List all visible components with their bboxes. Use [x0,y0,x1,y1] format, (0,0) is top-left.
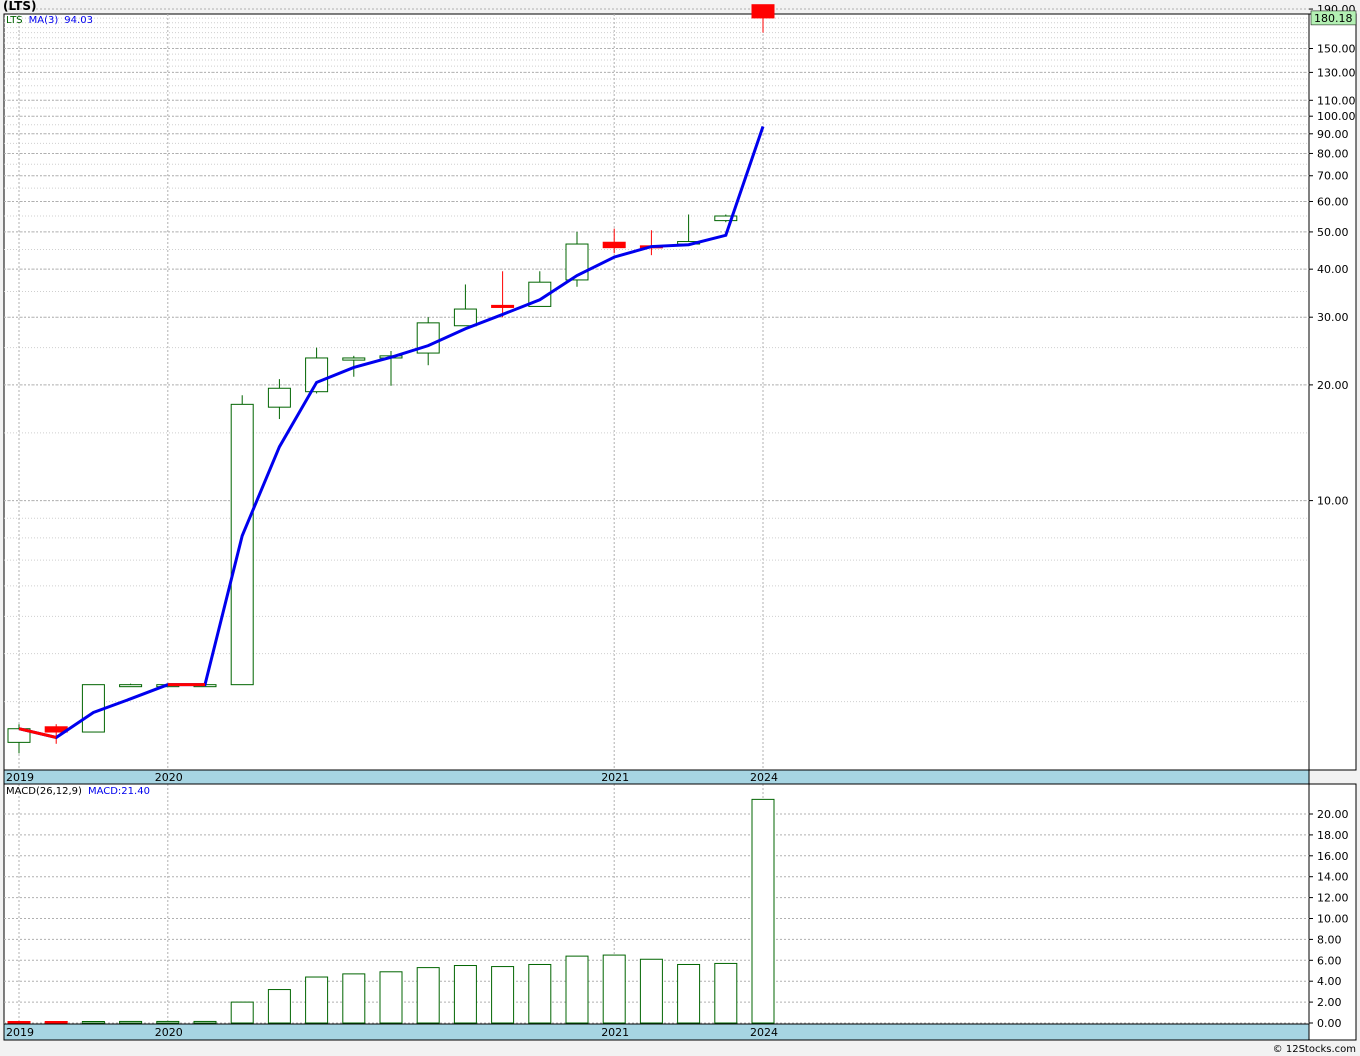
date-band-top [3,769,1310,785]
price-tick-label: 110.00 [1317,94,1356,107]
macd-tick-label: 20.00 [1317,808,1349,821]
macd-bar [565,955,589,1024]
legend-macd-value: MACD:21.40 [87,786,150,797]
macd-bar [7,1021,31,1024]
candle-body [602,241,626,249]
macd-bar [81,1021,105,1024]
legend-ma-value: 94.03 [64,15,93,26]
macd-bar [453,965,477,1024]
price-tick-label: 130.00 [1317,66,1356,79]
macd-bar [528,963,552,1024]
macd-bar [602,954,626,1024]
macd-bar [267,989,291,1024]
date-label: 2024 [750,771,778,784]
macd-bar [677,963,701,1024]
macd-tick-label: 16.00 [1317,850,1349,863]
macd-tick-label: 18.00 [1317,829,1349,842]
date-label: 2021 [601,771,629,784]
price-tick-label: 150.00 [1317,43,1356,56]
chart-title: (LTS) [3,0,37,13]
price-tick-label: 80.00 [1317,147,1349,160]
price-tick-label: 70.00 [1317,170,1349,183]
date-label: 2019 [6,1026,34,1039]
price-tick-label: 20.00 [1317,379,1349,392]
macd-tick-label: 10.00 [1317,913,1349,926]
legend-ma-label: MA(3) [28,15,59,26]
macd-bar [193,1020,217,1024]
macd-tick-label: 0.00 [1317,1017,1342,1030]
date-label: 2019 [6,771,34,784]
macd-legend: MACD(26,12,9) MACD:21.40 [6,786,156,797]
macd-bar [44,1021,68,1024]
macd-bar [639,958,663,1024]
macd-bar [156,1020,180,1024]
price-tick-label: 100.00 [1317,110,1356,123]
macd-bar [119,1020,143,1024]
macd-tick-label: 8.00 [1317,933,1342,946]
macd-tick-label: 14.00 [1317,871,1349,884]
candle-body [119,684,143,688]
candle-body [267,387,291,408]
price-tick-label: 90.00 [1317,128,1349,141]
price-tick-label: 50.00 [1317,226,1349,239]
price-legend: LTS MA(3) 94.03 [6,15,99,26]
candle-body [342,357,366,361]
macd-bar [714,962,738,1024]
candle-body [305,357,329,393]
price-tick-label: 30.00 [1317,311,1349,324]
macd-bar [305,976,329,1024]
date-band-bottom [3,1023,1310,1041]
price-panel-bg [3,13,1357,771]
macd-bar [416,967,440,1024]
price-tick-label: 40.00 [1317,263,1349,276]
macd-bar [751,798,775,1024]
candle-body [751,4,775,19]
macd-bar [491,966,515,1024]
date-label: 2020 [155,1026,183,1039]
date-label: 2024 [750,1026,778,1039]
macd-bar [379,971,403,1024]
last-price-label: 180.18 [1314,12,1353,25]
legend-ticker: LTS [6,15,23,26]
footer-credit: © 12Stocks.com [1272,1044,1356,1055]
macd-tick-label: 4.00 [1317,975,1342,988]
macd-bar [342,973,366,1024]
candle-body [453,308,477,327]
date-label: 2020 [155,771,183,784]
macd-tick-label: 2.00 [1317,996,1342,1009]
legend-macd-label: MACD(26,12,9) [6,786,82,797]
macd-tick-label: 6.00 [1317,954,1342,967]
price-tick-label: 10.00 [1317,495,1349,508]
price-tick-label: 60.00 [1317,195,1349,208]
macd-bar [230,1001,254,1024]
macd-tick-label: 12.00 [1317,892,1349,905]
date-label: 2021 [601,1026,629,1039]
chart-canvas: 10.00 20.00 30.00 40.00 50.00 60.00 70.00 80.00… [3,3,1357,1041]
candle-body [230,403,254,686]
candle-body [491,304,515,308]
